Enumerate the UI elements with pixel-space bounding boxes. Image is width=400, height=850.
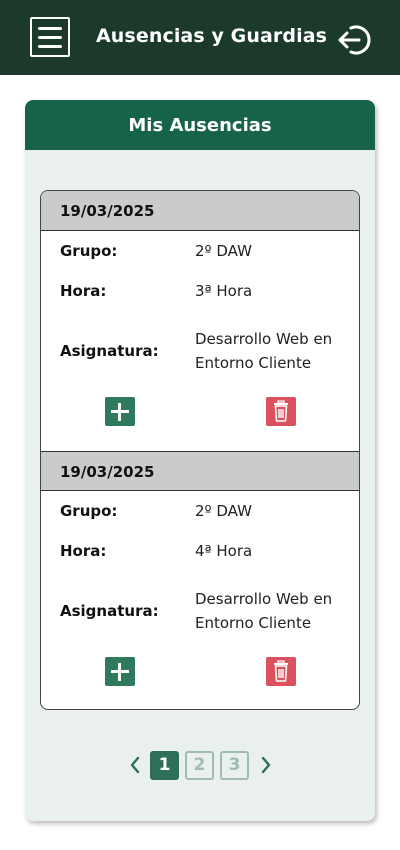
delete-absence-button[interactable] <box>266 657 296 686</box>
absences-list: 19/03/2025 Grupo: 2º DAW Hora: 3ª Hora A… <box>40 190 360 710</box>
page-button-3[interactable]: 3 <box>220 751 249 780</box>
asignatura-value-line2: Entorno Cliente <box>195 614 312 632</box>
absences-card: Mis Ausencias 19/03/2025 Grupo: 2º DAW H… <box>25 100 375 821</box>
hamburger-line <box>38 36 62 39</box>
card-title: Mis Ausencias <box>128 115 272 136</box>
hora-value: 3ª Hora <box>195 282 253 300</box>
entry-date: 19/03/2025 <box>60 463 155 481</box>
asignatura-value-line2: Entorno Cliente <box>195 354 312 372</box>
asignatura-value-line1: Desarrollo Web en <box>195 590 333 608</box>
grupo-value: 2º DAW <box>195 502 252 520</box>
hora-label: Hora: <box>60 282 107 300</box>
entry-date: 19/03/2025 <box>60 202 155 220</box>
add-guard-button[interactable] <box>105 397 135 426</box>
entry-date-bar: 19/03/2025 <box>41 451 359 491</box>
hamburger-line <box>38 45 62 48</box>
chevron-left-icon <box>130 756 140 774</box>
prev-page-button[interactable] <box>125 752 145 778</box>
hamburger-menu-icon <box>38 27 62 30</box>
grupo-label: Grupo: <box>60 242 118 260</box>
hora-value: 4ª Hora <box>195 542 253 560</box>
absence-entry: 19/03/2025 Grupo: 2º DAW Hora: 3ª Hora A… <box>41 191 359 451</box>
card-header: Mis Ausencias <box>25 100 375 150</box>
trash-icon <box>274 400 288 422</box>
page-button-1[interactable]: 1 <box>150 751 179 780</box>
logout-arrow-icon <box>338 25 371 55</box>
trash-icon <box>274 660 288 682</box>
menu-button[interactable] <box>30 17 70 57</box>
asignatura-label: Asignatura: <box>60 342 159 360</box>
hora-label: Hora: <box>60 542 107 560</box>
add-guard-button[interactable] <box>105 657 135 686</box>
absence-entry: 19/03/2025 Grupo: 2º DAW Hora: 4ª Hora A… <box>41 451 359 709</box>
page-button-2[interactable]: 2 <box>185 751 214 780</box>
entry-date-bar: 19/03/2025 <box>41 191 359 231</box>
app-title: Ausencias y Guardias <box>96 25 328 47</box>
top-bar: Ausencias y Guardias <box>0 0 400 75</box>
grupo-label: Grupo: <box>60 502 118 520</box>
asignatura-value-line1: Desarrollo Web en <box>195 330 333 348</box>
pagination: 1 2 3 <box>25 750 375 780</box>
delete-absence-button[interactable] <box>266 397 296 426</box>
next-page-button[interactable] <box>256 752 276 778</box>
chevron-right-icon <box>261 756 271 774</box>
logout-button[interactable] <box>337 22 373 58</box>
grupo-value: 2º DAW <box>195 242 252 260</box>
asignatura-label: Asignatura: <box>60 602 159 620</box>
